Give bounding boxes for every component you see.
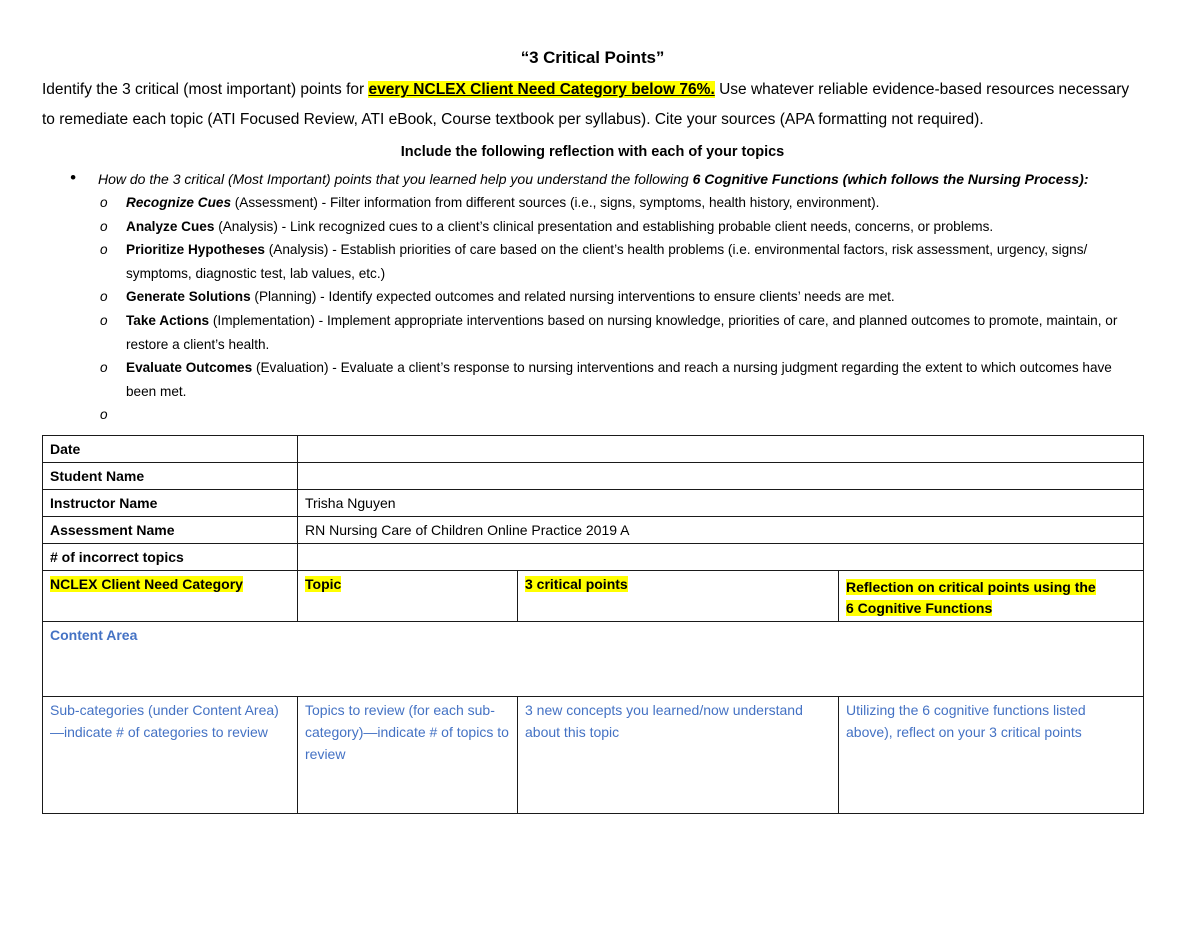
intro-highlighted-requirement: every NCLEX Client Need Category below 7…	[368, 81, 715, 98]
list-item: o Prioritize Hypotheses (Analysis) - Esta…	[42, 238, 1143, 285]
bullet-circle-icon: o	[100, 312, 108, 328]
column-header-text-line2: 6 Cognitive Functions	[846, 600, 993, 616]
bullet-circle-icon: o	[100, 218, 108, 234]
critical-points-table: Date Student Name Instructor Name Trisha…	[42, 435, 1144, 814]
cognitive-function-description: - Link recognized cues to a client’s cli…	[277, 218, 994, 234]
column-header-reflection: Reflection on critical points using the 6…	[838, 570, 1144, 622]
column-header-text-line1: Reflection on critical points using the	[846, 579, 1096, 595]
list-item-empty: o	[42, 403, 1143, 426]
instruction-cell-reflection[interactable]: Utilizing the 6 cognitive functions list…	[838, 696, 1144, 814]
table-row: Instructor Name Trisha Nguyen	[42, 489, 1144, 517]
cognitive-function-phase: (Assessment)	[234, 195, 318, 210]
bullet-circle-icon: o	[100, 242, 108, 258]
instruction-cell-new-concepts[interactable]: 3 new concepts you learned/now understan…	[517, 696, 839, 814]
cognitive-function-phase: (Implementation)	[212, 312, 315, 328]
bullet-circle-icon: o	[100, 407, 108, 423]
intro-text-before: Identify the 3 critical (most important)…	[42, 81, 369, 98]
cognitive-function-description: - Identify expected outcomes and related…	[316, 289, 895, 305]
bullet-circle-icon: o	[100, 360, 108, 376]
column-header-topic: Topic	[297, 570, 518, 622]
cognitive-function-phase: (Analysis)	[218, 218, 278, 234]
instruction-cell-subcategories[interactable]: Sub-categories (under Content Area)—indi…	[42, 696, 298, 814]
row-label-incorrect-topics: # of incorrect topics	[42, 543, 298, 571]
row-value-assessment-name[interactable]: RN Nursing Care of Children Online Pract…	[297, 516, 1144, 544]
table-row: Sub-categories (under Content Area)—indi…	[42, 696, 1144, 814]
intro-paragraph: Identify the 3 critical (most important)…	[42, 75, 1143, 135]
column-header-text: 3 critical points	[525, 576, 628, 592]
reflection-prompt-emphasis: 6 Cognitive Functions (which follows the…	[692, 171, 1089, 187]
table-row: Assessment Name RN Nursing Care of Child…	[42, 516, 1144, 544]
bullet-circle-icon: o	[100, 195, 108, 210]
table-row: Student Name	[42, 462, 1144, 490]
column-header-nclex-category: NCLEX Client Need Category	[42, 570, 298, 622]
reflection-prompt-lead: How do the 3 critical (Most Important) p…	[98, 171, 693, 187]
list-item: o Recognize Cues (Assessment) - Filter in…	[42, 191, 1143, 215]
cognitive-function-term: Evaluate Outcomes	[126, 360, 253, 376]
table-row: # of incorrect topics	[42, 543, 1144, 571]
list-item: o Analyze Cues (Analysis) - Link recogniz…	[42, 215, 1143, 239]
reflection-subheading: Include the following reflection with ea…	[400, 144, 785, 160]
row-value-student-name[interactable]	[297, 462, 1144, 490]
bullet-disc-icon: •	[70, 168, 76, 187]
column-header-text: NCLEX Client Need Category	[50, 576, 243, 592]
cognitive-function-description: - Filter information from different sour…	[317, 195, 880, 210]
instruction-cell-topics[interactable]: Topics to review (for each sub-category)…	[297, 696, 518, 814]
row-value-incorrect-topics[interactable]	[297, 543, 1144, 571]
document-page: “3 Critical Points” Identify the 3 criti…	[0, 0, 1200, 927]
cognitive-function-term: Generate Solutions	[126, 289, 251, 305]
row-label-instructor-name: Instructor Name	[42, 489, 298, 517]
cognitive-function-phase: (Planning)	[254, 289, 317, 305]
list-item: o Generate Solutions (Planning) - Identif…	[42, 285, 1143, 309]
table-row: Date	[42, 435, 1144, 463]
column-header-text: Topic	[305, 576, 342, 592]
row-label-date: Date	[42, 435, 298, 463]
row-value-date[interactable]	[297, 435, 1144, 463]
list-item: o Evaluate Outcomes (Evaluation) - Evalua…	[42, 356, 1143, 403]
document-body: “3 Critical Points” Identify the 3 criti…	[42, 46, 1143, 426]
cognitive-function-phase: (Analysis)	[268, 242, 329, 258]
list-item: o Take Actions (Implementation) - Impleme…	[42, 309, 1143, 356]
table-row: Content Area	[42, 621, 1144, 697]
page-title: “3 Critical Points”	[520, 48, 665, 67]
cognitive-function-term: Take Actions	[126, 312, 210, 328]
cognitive-function-term: Recognize Cues	[126, 195, 231, 210]
row-label-student-name: Student Name	[42, 462, 298, 490]
row-value-instructor-name[interactable]: Trisha Nguyen	[297, 489, 1144, 517]
table-header-row: NCLEX Client Need Category Topic 3 criti…	[42, 570, 1144, 622]
cognitive-function-term: Analyze Cues	[126, 218, 215, 234]
content-area-label: Content Area	[42, 621, 1144, 697]
row-label-assessment-name: Assessment Name	[42, 516, 298, 544]
reflection-prompt: • How do the 3 critical (Most Important) …	[42, 167, 1143, 191]
column-header-critical-points: 3 critical points	[517, 570, 839, 622]
cognitive-function-term: Prioritize Hypotheses	[126, 242, 265, 258]
cognitive-function-phase: (Evaluation)	[255, 360, 329, 376]
bullet-circle-icon: o	[100, 289, 108, 305]
